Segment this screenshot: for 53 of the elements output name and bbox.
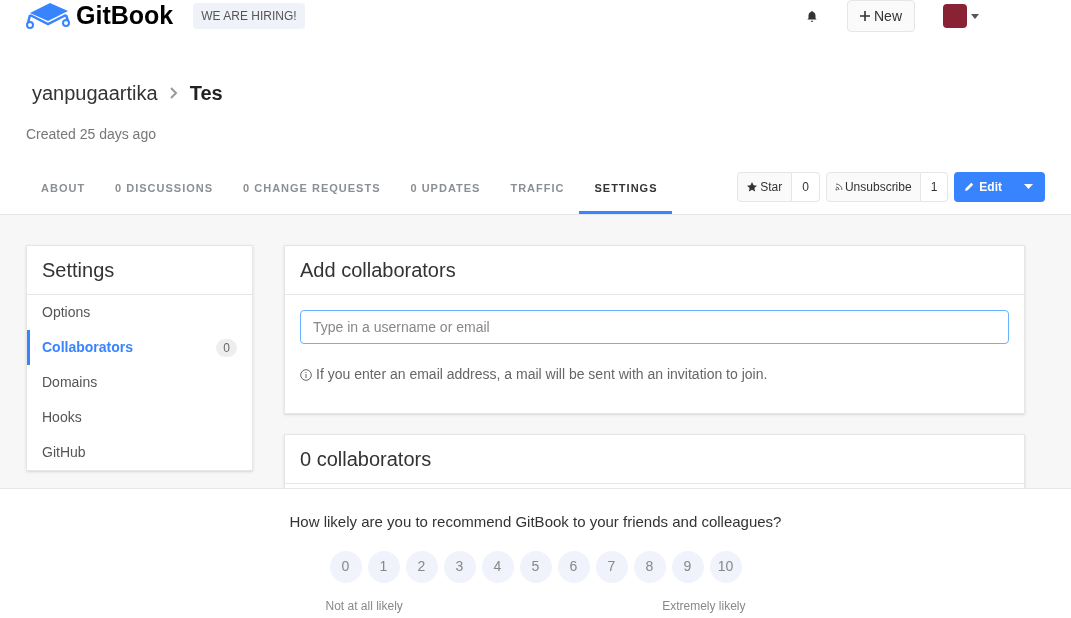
tab[interactable]: SETTINGS [579, 166, 673, 214]
tab[interactable]: TRAFFIC [495, 166, 580, 214]
avatar [943, 4, 967, 28]
caret-icon [1024, 184, 1033, 189]
score-button[interactable]: 9 [671, 550, 704, 583]
star-icon [747, 181, 758, 192]
count-badge: 0 [216, 338, 237, 357]
sidebar-item[interactable]: GitHub [27, 435, 252, 470]
tab[interactable]: 0 DISCUSSIONS [100, 166, 229, 214]
score-button[interactable]: 1 [367, 550, 400, 583]
score-button[interactable]: 8 [633, 550, 666, 583]
book-title: Tes [189, 81, 223, 106]
watch-count: 1 [920, 171, 949, 202]
sidebar-item[interactable]: Hooks [27, 400, 252, 435]
high-label: Extremely likely [662, 597, 746, 615]
score-button[interactable]: 2 [405, 550, 438, 583]
score-button[interactable]: 5 [519, 550, 552, 583]
bell-icon[interactable] [805, 9, 819, 23]
created-date: Created 25 days ago [25, 125, 157, 144]
avatar-menu[interactable] [943, 4, 979, 28]
tab[interactable]: ABOUT [26, 166, 101, 214]
tab[interactable]: 0 CHANGE REQUESTS [228, 166, 396, 214]
hiring-badge[interactable]: WE ARE HIRING! [193, 3, 305, 29]
pencil-icon [964, 181, 976, 192]
book-logo-icon [26, 1, 70, 31]
survey-question: How likely are you to recommend GitBook to your friends and colleagues? [289, 512, 782, 532]
star-button[interactable]: Star [737, 171, 793, 202]
chevron-icon [169, 87, 178, 99]
plus-icon [860, 11, 870, 21]
tab[interactable]: 0 UPDATES [395, 166, 496, 214]
score-button[interactable]: 6 [557, 550, 590, 583]
unsubscribe-button[interactable]: Unsubscribe [825, 171, 921, 202]
sidebar-item[interactable]: Options [27, 295, 252, 330]
score-button[interactable]: 0 [329, 550, 362, 583]
caret-icon [971, 13, 979, 19]
score-button[interactable]: 4 [481, 550, 514, 583]
new-button[interactable]: New [847, 0, 915, 32]
score-button[interactable]: 3 [443, 550, 476, 583]
owner-link[interactable]: yanpugaartika [32, 78, 158, 108]
score-button[interactable]: 7 [595, 550, 628, 583]
sidebar-title: Settings [27, 246, 252, 295]
hint-text: If you enter an email address, a mail will be sent with an invitation to join. [316, 365, 768, 384]
rss-icon [834, 182, 843, 191]
panel-title: 0 collaborators [285, 435, 1024, 484]
score-button[interactable]: 10 [709, 550, 742, 583]
sidebar-item[interactable]: Collaborators 0 [27, 330, 252, 365]
low-label: Not at all likely [325, 597, 403, 615]
sidebar-item[interactable]: Domains [27, 365, 252, 400]
info-icon [300, 368, 312, 381]
logo-text[interactable]: GitBook [76, 0, 174, 35]
star-count: 0 [792, 171, 820, 202]
collaborator-input[interactable]: Type in a username or email [300, 310, 1009, 344]
panel-title: Add collaborators [285, 246, 1024, 295]
